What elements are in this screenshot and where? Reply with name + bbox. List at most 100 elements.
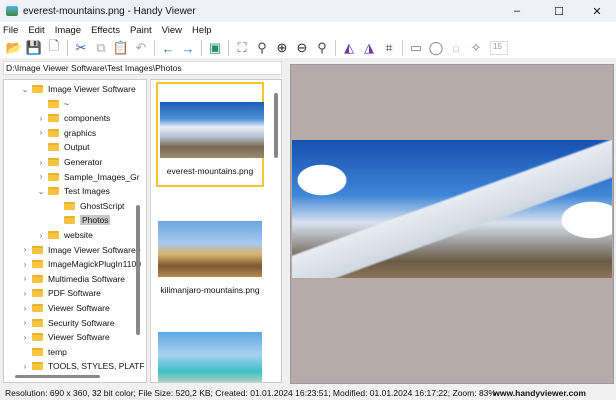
tree-item-label: website xyxy=(64,230,93,240)
lasso-select-icon[interactable]: ◌ xyxy=(446,39,466,57)
tree-item-label: components xyxy=(64,113,111,124)
folder-icon xyxy=(32,245,43,254)
expand-chevron-icon[interactable]: › xyxy=(20,362,30,371)
menu-paint[interactable]: Paint xyxy=(130,25,152,36)
expand-chevron-icon[interactable]: › xyxy=(36,158,46,167)
tree-horizontal-scrollbar[interactable] xyxy=(15,375,100,378)
folder-icon xyxy=(64,216,75,225)
tree-item-label: ImageMagickPlugIn1100 xyxy=(48,259,141,270)
expand-chevron-icon[interactable]: › xyxy=(20,274,30,283)
menu-effects[interactable]: Effects xyxy=(91,25,120,36)
expand-chevron-icon[interactable]: › xyxy=(20,289,30,298)
menu-edit[interactable]: Edit xyxy=(28,25,44,36)
folder-icon xyxy=(48,172,59,181)
crop-icon[interactable]: ⌗ xyxy=(379,39,399,57)
tree-item[interactable]: › Security Software xyxy=(20,316,115,330)
tree-item[interactable]: temp xyxy=(20,345,67,359)
tree-item-label: graphics xyxy=(64,127,97,138)
paste-icon[interactable]: 📋 xyxy=(111,39,131,57)
tree-item[interactable]: ⌄ Test Images xyxy=(36,184,110,198)
menu-help[interactable]: Help xyxy=(192,25,212,36)
tree-item[interactable]: Output xyxy=(36,140,90,154)
tree-item[interactable]: ⌄ Image Viewer Software xyxy=(20,82,136,96)
thumbnail-image xyxy=(158,332,262,382)
menu-image[interactable]: Image xyxy=(55,25,81,36)
slideshow-icon[interactable]: ▣ xyxy=(205,39,225,57)
tree-item[interactable]: GhostScript xyxy=(52,199,124,213)
thumbnail[interactable]: kilimanjaro-mountains.png xyxy=(156,193,264,295)
actual-size-icon[interactable]: ⚲ xyxy=(312,39,332,57)
rotate-icon[interactable]: ◮ xyxy=(359,39,379,57)
tree-item[interactable]: › TOOLS, STYLES, PLATF xyxy=(20,359,145,373)
tree-vertical-scrollbar[interactable] xyxy=(136,205,140,335)
forward-arrow-icon[interactable]: → xyxy=(178,39,198,57)
website-link[interactable]: www.handyviewer.com xyxy=(493,388,586,398)
tree-item[interactable]: › Generator xyxy=(36,155,103,169)
rect-select-icon[interactable]: ▭ xyxy=(406,39,426,57)
back-arrow-icon[interactable]: ← xyxy=(158,39,178,57)
flip-horizontal-icon[interactable]: ◭ xyxy=(339,39,359,57)
tree-item[interactable]: › Viewer Software xyxy=(20,301,110,315)
fit-window-icon[interactable]: ⛶ xyxy=(232,39,252,57)
expand-chevron-icon[interactable]: ⌄ xyxy=(20,85,30,94)
tree-item[interactable]: › components xyxy=(36,111,111,125)
zoom-pan-icon[interactable]: ⚲ xyxy=(252,39,272,57)
expand-chevron-icon[interactable]: › xyxy=(36,172,46,181)
close-button[interactable]: ✕ xyxy=(578,0,616,22)
zoom-in-icon[interactable]: ⊕ xyxy=(272,39,292,57)
tree-item[interactable]: › ImageMagickPlugIn1100 xyxy=(20,257,141,271)
tree-item-label: Output xyxy=(64,142,90,153)
tree-item[interactable]: › Viewer Software xyxy=(20,330,110,344)
folder-icon xyxy=(48,231,59,239)
tree-item[interactable]: Photos xyxy=(52,213,111,227)
tree-item[interactable]: › Multimedia Software xyxy=(20,272,125,286)
expand-chevron-icon[interactable]: ⌄ xyxy=(36,187,46,196)
magic-wand-icon[interactable]: ✧ xyxy=(466,39,486,57)
save-icon[interactable]: 💾 xyxy=(24,39,44,57)
tree-item[interactable]: › Sample_Images_Gr xyxy=(36,170,140,184)
tree-item[interactable]: › Image Viewer Software - xyxy=(20,243,141,257)
expand-chevron-icon[interactable]: › xyxy=(20,333,30,342)
tolerance-input[interactable]: 15 xyxy=(490,41,508,55)
expand-chevron-icon[interactable]: › xyxy=(20,318,30,327)
folder-icon xyxy=(32,304,43,312)
ellipse-select-icon[interactable]: ◯ xyxy=(426,39,446,57)
open-folder-icon[interactable]: 📂 xyxy=(4,39,24,57)
title-bar: everest-mountains.png - Handy Viewer – ☐… xyxy=(0,0,616,22)
thumbnail-image xyxy=(158,221,262,277)
main-image[interactable] xyxy=(292,140,612,278)
menu-view[interactable]: View xyxy=(162,25,182,36)
minimize-button[interactable]: – xyxy=(498,0,536,22)
expand-chevron-icon[interactable]: › xyxy=(20,304,30,313)
tree-item[interactable]: ~ xyxy=(36,97,69,111)
expand-chevron-icon[interactable]: › xyxy=(36,128,46,137)
expand-chevron-icon[interactable]: › xyxy=(36,114,46,123)
menu-file[interactable]: File xyxy=(3,25,18,36)
folder-icon xyxy=(32,333,43,342)
expand-chevron-icon[interactable]: › xyxy=(20,245,30,254)
path-field[interactable]: D:\Image Viewer Software\Test Images\Pho… xyxy=(3,61,282,75)
folder-icon xyxy=(48,114,59,123)
expand-chevron-icon[interactable]: › xyxy=(36,231,46,240)
thumbnail[interactable]: everest-mountains.png xyxy=(156,82,264,187)
tree-item-label: Viewer Software xyxy=(48,332,110,343)
tree-item-label: Test Images xyxy=(64,186,110,197)
thumbnail[interactable] xyxy=(156,304,264,382)
folder-icon xyxy=(48,128,59,137)
zoom-out-icon[interactable]: ⊖ xyxy=(292,39,312,57)
copy-icon[interactable]: ⧉ xyxy=(91,39,111,57)
folder-icon xyxy=(32,347,43,356)
tree-item[interactable]: › PDF Software xyxy=(20,286,101,300)
expand-chevron-icon[interactable]: › xyxy=(20,260,30,269)
thumbnail-scrollbar[interactable] xyxy=(274,93,278,158)
delete-file-icon[interactable]: 🗋 xyxy=(44,38,64,57)
status-bar: Resolution: 690 x 360, 32 bit color; Fil… xyxy=(0,385,616,400)
tree-item[interactable]: › website xyxy=(36,228,93,242)
menu-bar: File Edit Image Effects Paint View Help xyxy=(0,22,616,38)
window-title: everest-mountains.png - Handy Viewer xyxy=(23,5,196,17)
undo-icon[interactable]: ↶ xyxy=(131,39,151,57)
folder-icon xyxy=(32,318,43,327)
maximize-button[interactable]: ☐ xyxy=(540,0,578,22)
cut-icon[interactable]: ✂ xyxy=(71,39,91,57)
tree-item[interactable]: › graphics xyxy=(36,126,96,140)
